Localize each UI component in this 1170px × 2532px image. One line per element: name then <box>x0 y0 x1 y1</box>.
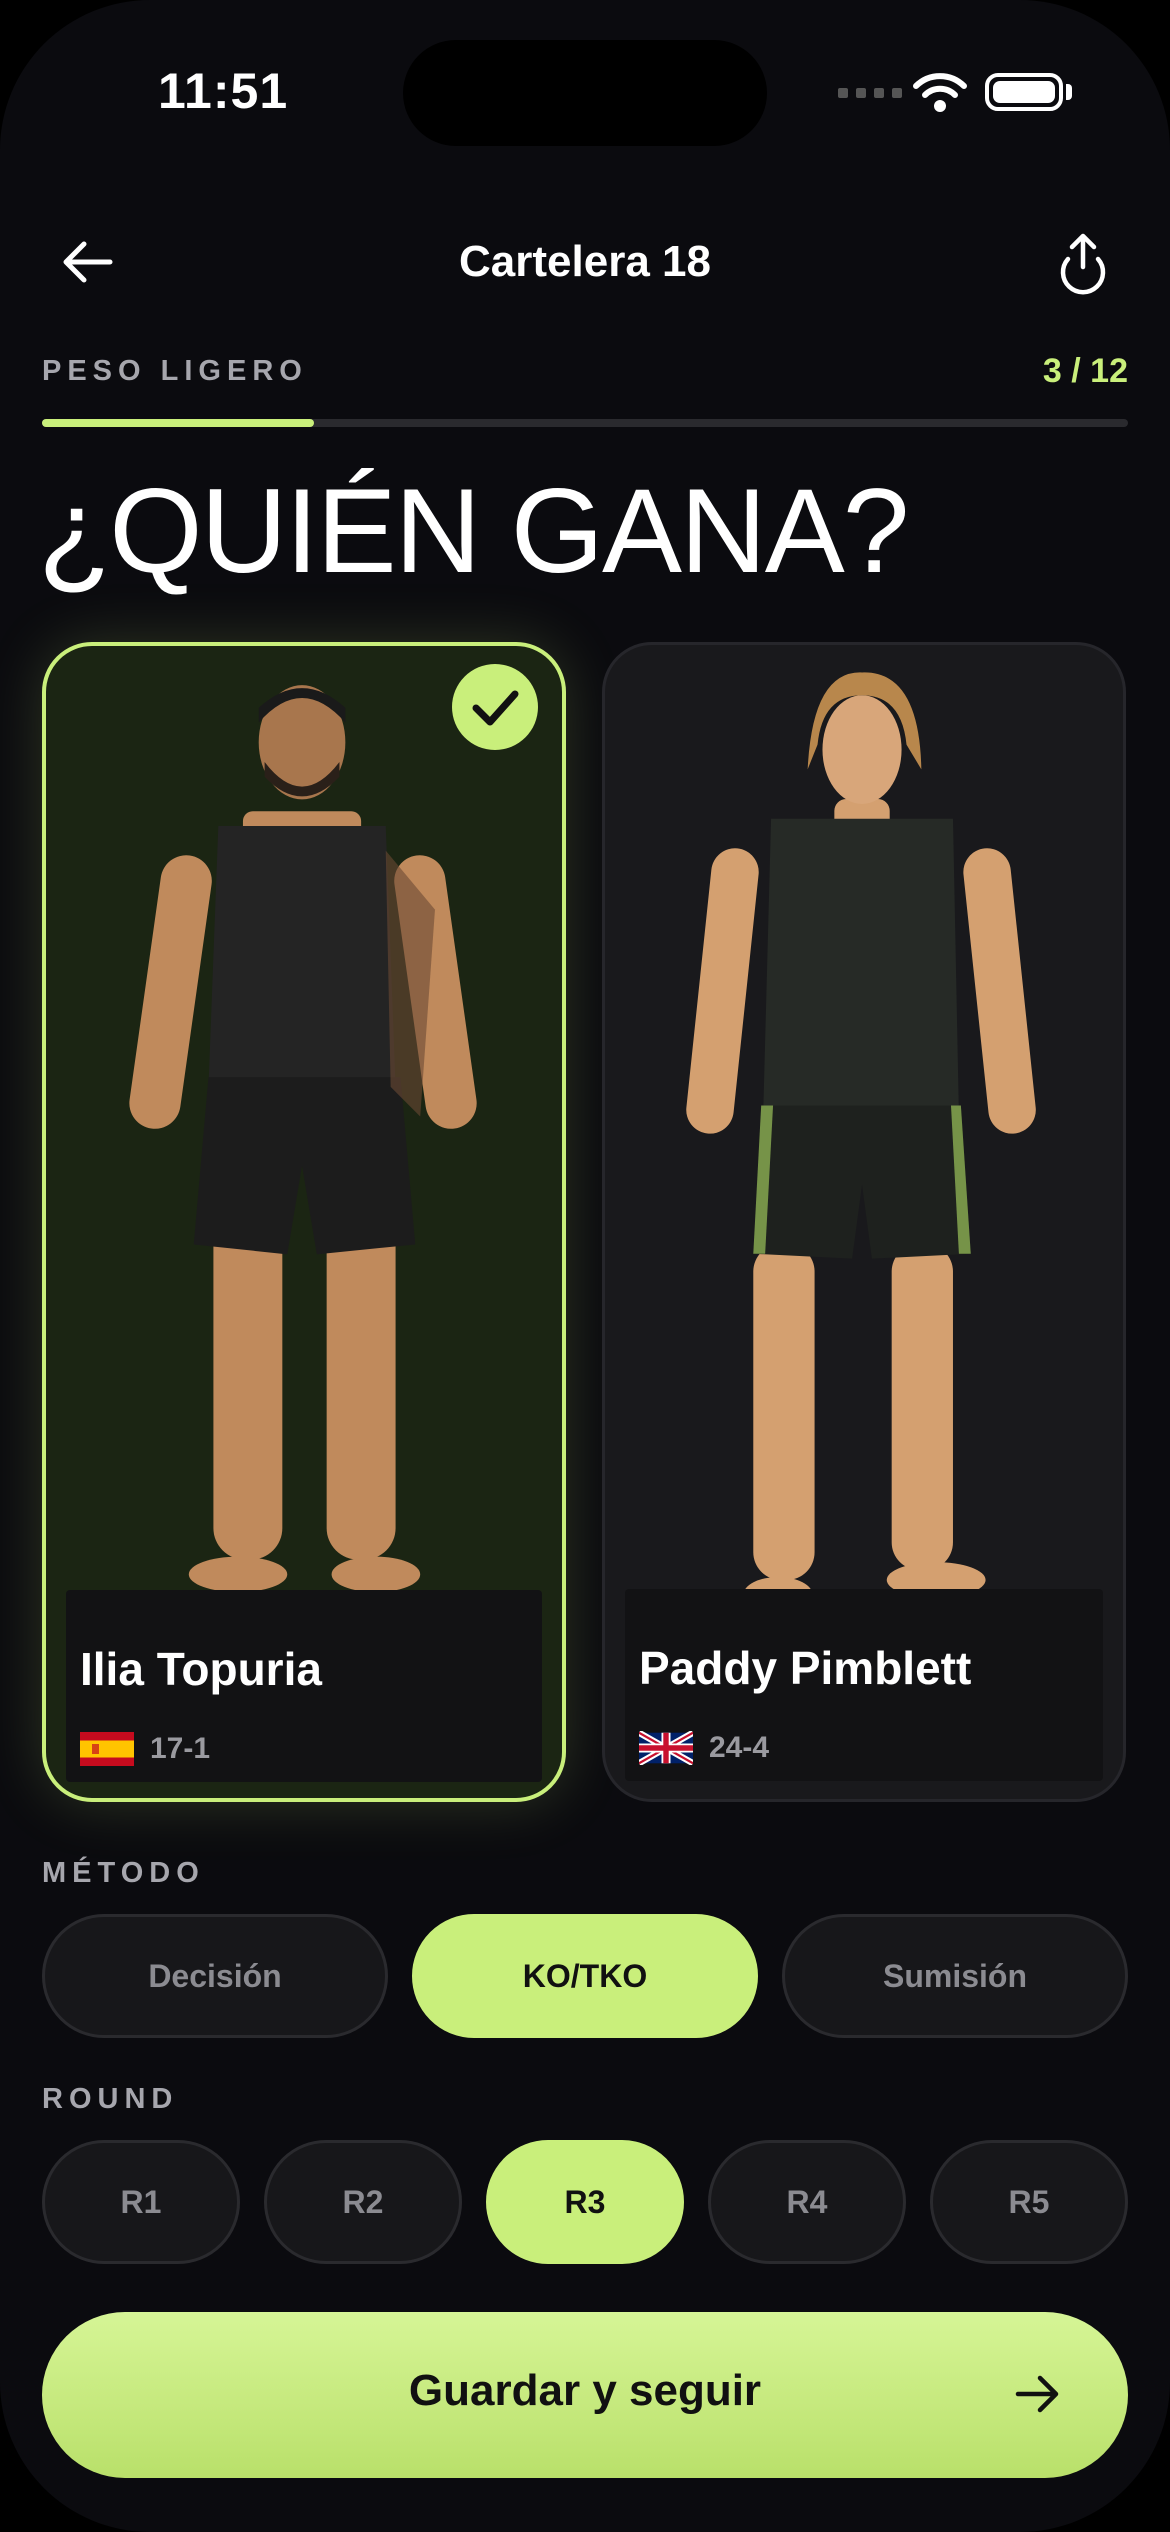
method-option-submission[interactable]: Sumisión <box>782 1914 1128 2038</box>
battery-icon <box>985 73 1063 111</box>
weight-class-label: PESO LIGERO <box>42 355 308 387</box>
fighter-illustration <box>129 685 477 1593</box>
fighter-name: Paddy Pimblett <box>639 1642 972 1694</box>
fighter-card-pimblett[interactable]: Paddy Pimblett 24-4 <box>602 642 1126 1802</box>
question-headline: ¿QUIÉN GANA? <box>38 464 909 598</box>
spain-flag-icon <box>80 1732 134 1766</box>
nav-bar: Cartelera 18 <box>0 215 1170 305</box>
progress-bar <box>42 419 1128 427</box>
method-section-label: MÉTODO <box>42 1857 205 1889</box>
wifi-icon <box>913 73 967 112</box>
status-time: 11:51 <box>158 63 289 119</box>
save-and-continue-label: Guardar y seguir <box>408 2366 762 2415</box>
status-bar: 11:51 <box>0 0 1170 190</box>
round-option-r5[interactable]: R5 <box>930 2140 1128 2264</box>
share-icon[interactable] <box>1048 225 1118 295</box>
round-option-r1[interactable]: R1 <box>42 2140 240 2264</box>
dynamic-island <box>403 40 767 146</box>
fighter-illustration <box>686 672 1036 1613</box>
selected-check-icon <box>452 664 538 750</box>
page-title: Cartelera 18 <box>459 237 711 286</box>
fighter-record: 17-1 <box>150 1732 211 1765</box>
round-option-r3[interactable]: R3 <box>486 2140 684 2264</box>
save-and-continue-button[interactable]: Guardar y seguir <box>42 2312 1128 2478</box>
round-option-r4[interactable]: R4 <box>708 2140 906 2264</box>
fight-counter: 3 / 12 <box>1042 352 1128 390</box>
signal-icon <box>838 88 902 98</box>
arrow-right-icon <box>1015 2375 1059 2413</box>
uk-flag-icon <box>639 1731 693 1765</box>
method-option-decision[interactable]: Decisión <box>42 1914 388 2038</box>
fighter-name: Ilia Topuria <box>80 1643 322 1695</box>
fighter-info: Paddy Pimblett 24-4 <box>625 1589 1103 1781</box>
fighter-record: 24-4 <box>709 1731 770 1764</box>
round-section-label: ROUND <box>42 2083 179 2115</box>
fighter-card-topuria[interactable]: Ilia Topuria 17-1 <box>42 642 566 1802</box>
app-screen: 11:51 Cartelera 18 PESO LIGERO 3 / 12 ¿Q… <box>0 0 1170 2532</box>
round-option-r2[interactable]: R2 <box>264 2140 462 2264</box>
progress-bar-fill <box>42 419 314 427</box>
method-option-ko-tko[interactable]: KO/TKO <box>412 1914 758 2038</box>
fighter-info: Ilia Topuria 17-1 <box>66 1590 542 1782</box>
